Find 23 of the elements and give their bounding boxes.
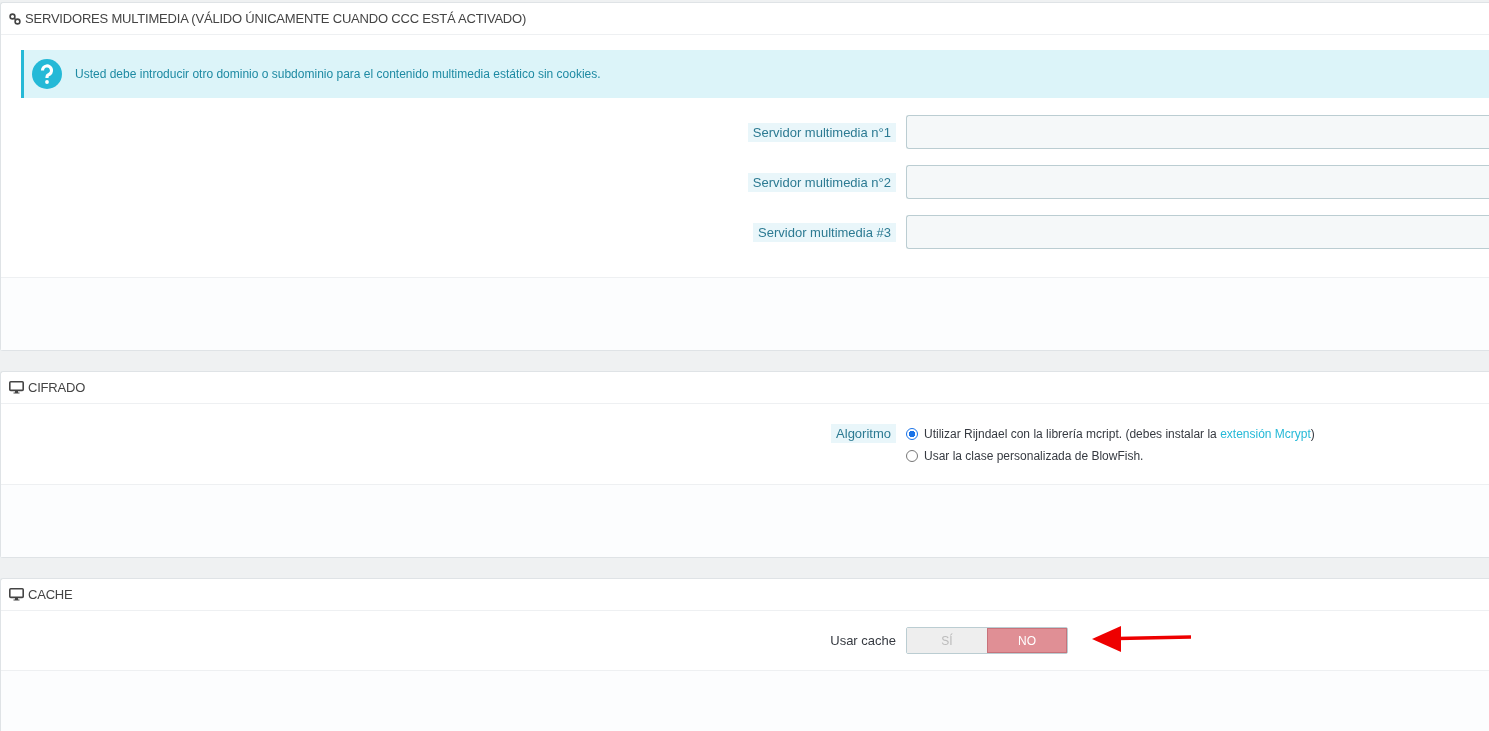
radio-label[interactable]: Usar la clase personalizada de BlowFish. (924, 449, 1144, 463)
input-field[interactable] (906, 215, 1489, 249)
question-icon (32, 59, 62, 89)
panel-title: CACHE (28, 587, 73, 602)
panel-title: SERVIDORES MULTIMEDIA (VÁLIDO ÚNICAMENTE CUANDO CCC ESTÁ ACTIVADO) (25, 11, 527, 26)
field-label: Usar cache (830, 633, 896, 648)
field-label: Servidor multimedia n°2 (747, 172, 896, 192)
input-field[interactable] (906, 115, 1489, 149)
radio-button[interactable] (906, 450, 918, 462)
field-label: Servidor multimedia n°1 (747, 122, 896, 142)
link-icon (9, 12, 21, 25)
radio-label[interactable]: Utilizar Rijndael con la librería mcript. (debes instalar la extensión Mcrypt) (924, 427, 1315, 441)
field-label: Servidor multimedia #3 (753, 222, 896, 242)
extension-link[interactable]: extensión Mcrypt (1220, 427, 1311, 441)
monitor-icon (9, 381, 24, 394)
alert-text: Usted debe introducir otro dominio o subdominio para el contenido multimedia estático sin cookies. (75, 67, 601, 81)
switch-option[interactable]: NO (987, 628, 1067, 653)
arrow-annotation-icon (1092, 624, 1192, 653)
panel-title: CIFRADO (28, 380, 86, 395)
input-field[interactable] (906, 165, 1489, 199)
field-label: Algoritmo (831, 424, 896, 443)
monitor-icon (9, 588, 24, 601)
radio-button[interactable] (906, 428, 918, 440)
